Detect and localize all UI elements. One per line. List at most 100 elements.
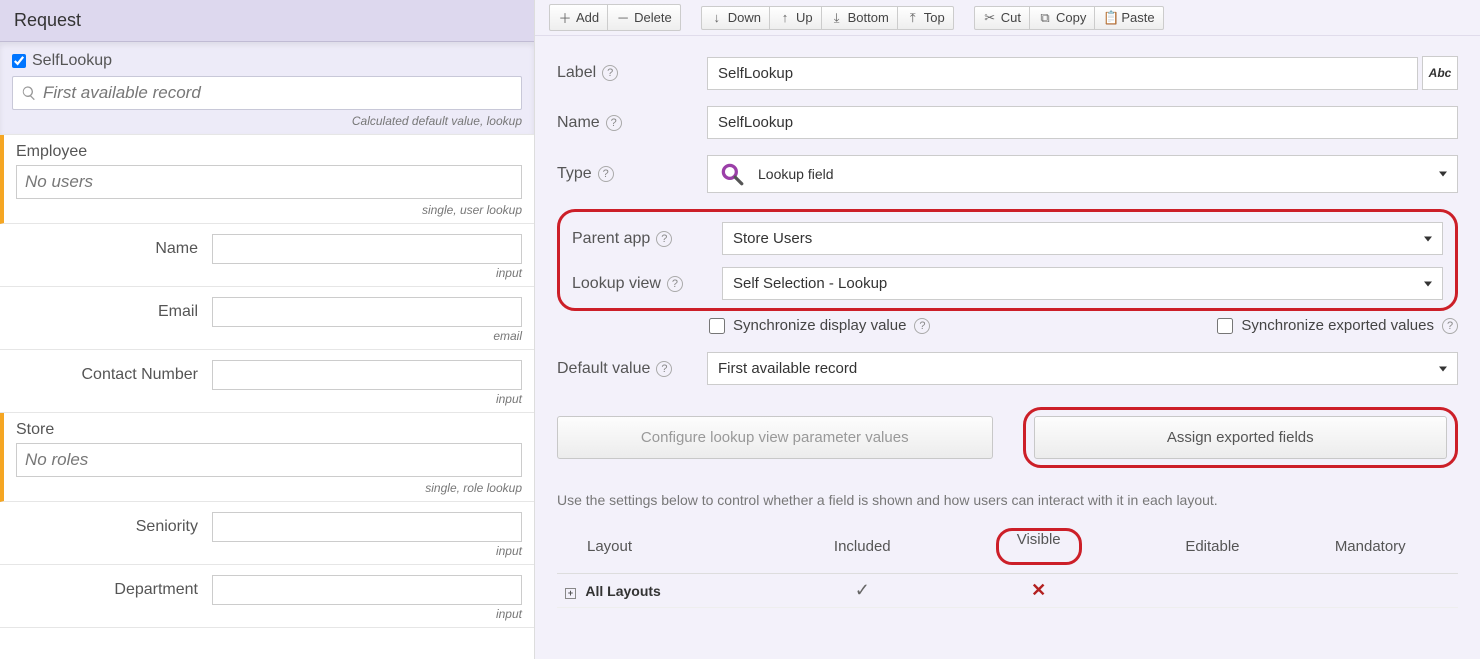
form-label: Name (557, 114, 600, 132)
delete-button[interactable]: － Delete (607, 4, 681, 31)
field-row-seniority[interactable]: Seniority input (0, 502, 534, 565)
form-label: Type (557, 165, 592, 183)
form-label: Parent app (572, 230, 650, 248)
bottom-button[interactable]: ⤓ Bottom (821, 6, 898, 30)
contact-input[interactable] (212, 360, 522, 390)
help-icon[interactable]: ? (606, 115, 622, 131)
paste-button[interactable]: 📋 Paste (1094, 6, 1163, 30)
row-default-value: Default value? First available record (557, 352, 1458, 385)
sync-export-checkbox[interactable]: Synchronize exported values ? (1217, 317, 1458, 334)
help-icon[interactable]: ? (602, 65, 618, 81)
checkbox[interactable] (709, 318, 725, 334)
layout-table: Layout Included Visible Editable Mandato… (557, 520, 1458, 608)
paste-icon: 📋 (1103, 10, 1117, 26)
name-input[interactable] (212, 234, 522, 264)
right-panel: ＋Add － Delete ↓ Down ↑Up ⤓ Bottom ⤒ Top ✂Cut… (535, 0, 1480, 659)
btn-label: Top (924, 10, 945, 25)
field-row-email[interactable]: Email email (0, 287, 534, 350)
label-input[interactable]: SelfLookup (707, 57, 1418, 90)
help-icon[interactable]: ? (914, 318, 930, 334)
btn-label: Down (728, 10, 761, 25)
minus-icon: － (616, 8, 630, 27)
checkbox[interactable] (1217, 318, 1233, 334)
field-row-contact[interactable]: Contact Number input (0, 350, 534, 413)
to-bottom-icon: ⤓ (830, 10, 844, 26)
employee-input[interactable]: No users (16, 165, 522, 199)
editable-status[interactable] (1142, 574, 1282, 608)
plus-icon: ＋ (558, 8, 572, 27)
col-editable: Editable (1142, 520, 1282, 574)
seniority-input[interactable] (212, 512, 522, 542)
down-button[interactable]: ↓ Down (701, 6, 770, 30)
up-arrow-icon: ↑ (778, 10, 792, 25)
form-label: Default value (557, 360, 650, 378)
field-subtitle: Calculated default value, lookup (12, 114, 522, 128)
up-button[interactable]: ↑Up (769, 6, 822, 30)
left-panel: Request SelfLookup First available recor… (0, 0, 535, 659)
row-type: Type? Lookup field (557, 155, 1458, 193)
field-title: Store (16, 421, 522, 439)
store-input[interactable]: No roles (16, 443, 522, 477)
parent-app-select[interactable]: Store Users (722, 222, 1443, 255)
help-icon[interactable]: ? (656, 361, 672, 377)
toolbar: ＋Add － Delete ↓ Down ↑Up ⤓ Bottom ⤒ Top ✂Cut… (535, 0, 1480, 36)
field-label: Seniority (12, 512, 212, 536)
checkbox-label: Synchronize display value (733, 317, 906, 334)
page-title: Request (0, 0, 534, 42)
sync-display-checkbox[interactable]: Synchronize display value ? (709, 317, 930, 334)
included-status[interactable]: ✓ (855, 580, 870, 600)
down-arrow-icon: ↓ (710, 10, 724, 25)
row-name: Name? SelfLookup (557, 106, 1458, 139)
col-mandatory: Mandatory (1283, 520, 1458, 574)
visible-status[interactable]: ✕ (1031, 580, 1046, 600)
type-value: Lookup field (758, 166, 834, 182)
field-subtitle: input (212, 392, 522, 406)
name-input[interactable]: SelfLookup (707, 106, 1458, 139)
col-visible: Visible (935, 520, 1142, 574)
add-button[interactable]: ＋Add (549, 4, 608, 31)
field-label: Name (12, 234, 212, 258)
type-select[interactable]: Lookup field (707, 155, 1458, 193)
field-subtitle: single, role lookup (16, 481, 522, 495)
copy-button[interactable]: ⧉Copy (1029, 6, 1095, 30)
search-placeholder: First available record (43, 83, 201, 103)
department-input[interactable] (212, 575, 522, 605)
table-row[interactable]: + All Layouts ✓ ✕ (557, 574, 1458, 608)
top-button[interactable]: ⤒ Top (897, 6, 954, 30)
form-label: Label (557, 64, 596, 82)
field-subtitle: input (212, 544, 522, 558)
scissors-icon: ✂ (983, 10, 997, 26)
field-row-name[interactable]: Name input (0, 224, 534, 287)
help-icon[interactable]: ? (667, 276, 683, 292)
field-card-store[interactable]: Store No roles single, role lookup (0, 413, 534, 502)
assign-exported-button[interactable]: Assign exported fields (1034, 416, 1448, 459)
selflookup-checkbox[interactable] (12, 54, 26, 68)
btn-label: Bottom (848, 10, 889, 25)
btn-label: Delete (634, 10, 672, 25)
help-icon[interactable]: ? (656, 231, 672, 247)
lookup-icon (718, 160, 746, 188)
lookup-view-select[interactable]: Self Selection - Lookup (722, 267, 1443, 300)
copy-icon: ⧉ (1038, 10, 1052, 26)
help-icon[interactable]: ? (1442, 318, 1458, 334)
visible-highlight: Visible (996, 528, 1082, 565)
field-label: Department (12, 575, 212, 599)
configure-lookup-button[interactable]: Configure lookup view parameter values (557, 416, 993, 459)
selflookup-search[interactable]: First available record (12, 76, 522, 110)
help-icon[interactable]: ? (598, 166, 614, 182)
checkbox-label: Synchronize exported values (1241, 317, 1434, 334)
field-row-department[interactable]: Department input (0, 565, 534, 628)
field-subtitle: single, user lookup (16, 203, 522, 217)
default-value-select[interactable]: First available record (707, 352, 1458, 385)
cut-button[interactable]: ✂Cut (974, 6, 1030, 30)
field-card-selflookup[interactable]: SelfLookup First available record Calcul… (0, 42, 534, 135)
expand-icon[interactable]: + (565, 588, 576, 599)
field-card-employee[interactable]: Employee No users single, user lookup (0, 135, 534, 224)
field-subtitle: input (212, 266, 522, 280)
abc-button[interactable]: Abc (1422, 56, 1458, 90)
btn-label: Paste (1121, 10, 1154, 25)
to-top-icon: ⤒ (906, 10, 920, 26)
hint-text: Use the settings below to control whethe… (557, 492, 1458, 508)
mandatory-status[interactable] (1283, 574, 1458, 608)
email-input[interactable] (212, 297, 522, 327)
